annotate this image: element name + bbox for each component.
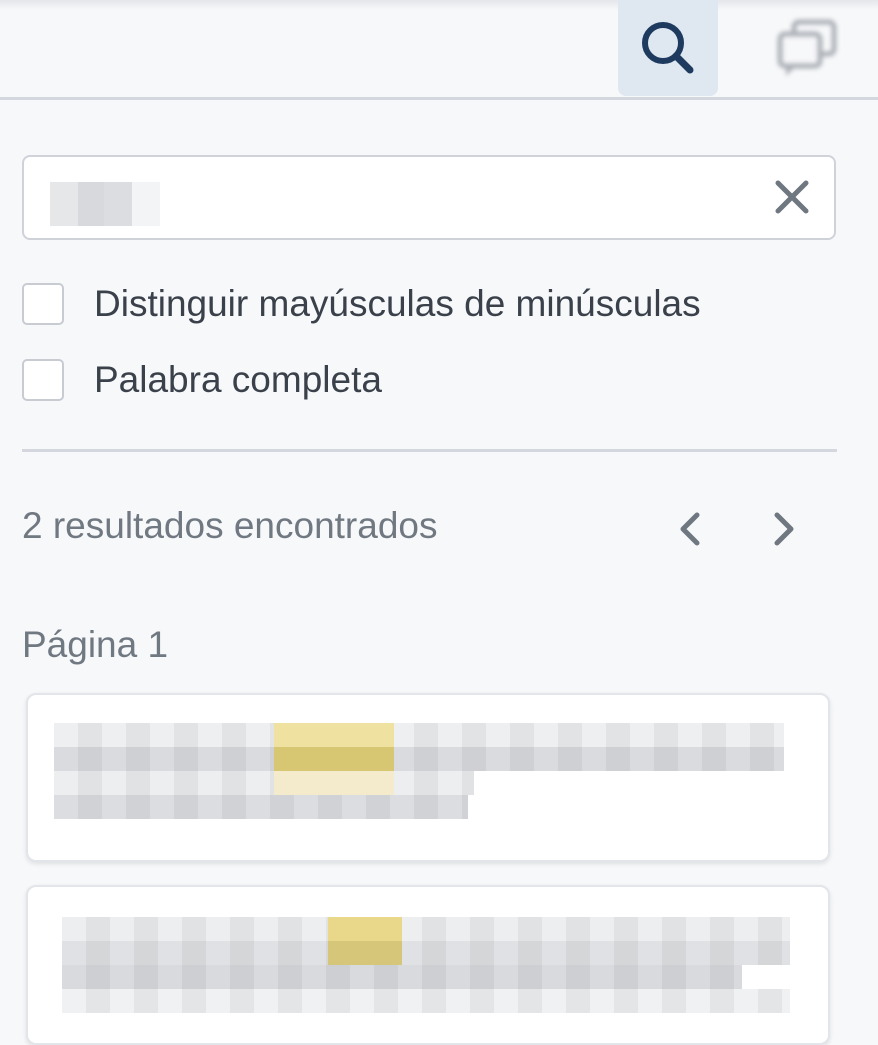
search-result-card[interactable] — [26, 693, 830, 862]
next-result-button[interactable] — [760, 505, 808, 553]
divider — [22, 449, 837, 452]
result-highlight — [328, 917, 402, 941]
previous-result-button[interactable] — [666, 505, 714, 553]
whole-word-label: Palabra completa — [94, 359, 382, 400]
chevron-right-icon — [774, 512, 794, 546]
comments-icon — [777, 19, 837, 76]
whole-word-option[interactable]: Palabra completa — [22, 356, 382, 404]
search-query-text — [50, 182, 160, 226]
search-result-card[interactable] — [26, 885, 830, 1045]
whole-word-checkbox[interactable] — [22, 359, 64, 401]
search-icon — [642, 22, 694, 74]
results-count: 2 resultados encontrados — [22, 505, 438, 546]
match-case-label: Distinguir mayúsculas de minúsculas — [94, 283, 701, 324]
search-panel-button[interactable] — [618, 0, 718, 96]
chevron-left-icon — [680, 512, 700, 546]
clear-search-button[interactable] — [772, 177, 812, 217]
page-label: Página 1 — [22, 624, 169, 665]
match-case-option[interactable]: Distinguir mayúsculas de minúsculas — [22, 280, 701, 328]
panel-toolbar — [0, 0, 878, 100]
comments-panel-button[interactable] — [757, 0, 857, 96]
search-input[interactable] — [22, 155, 836, 240]
result-highlight — [274, 723, 394, 747]
match-case-checkbox[interactable] — [22, 283, 64, 325]
close-icon — [775, 180, 809, 214]
